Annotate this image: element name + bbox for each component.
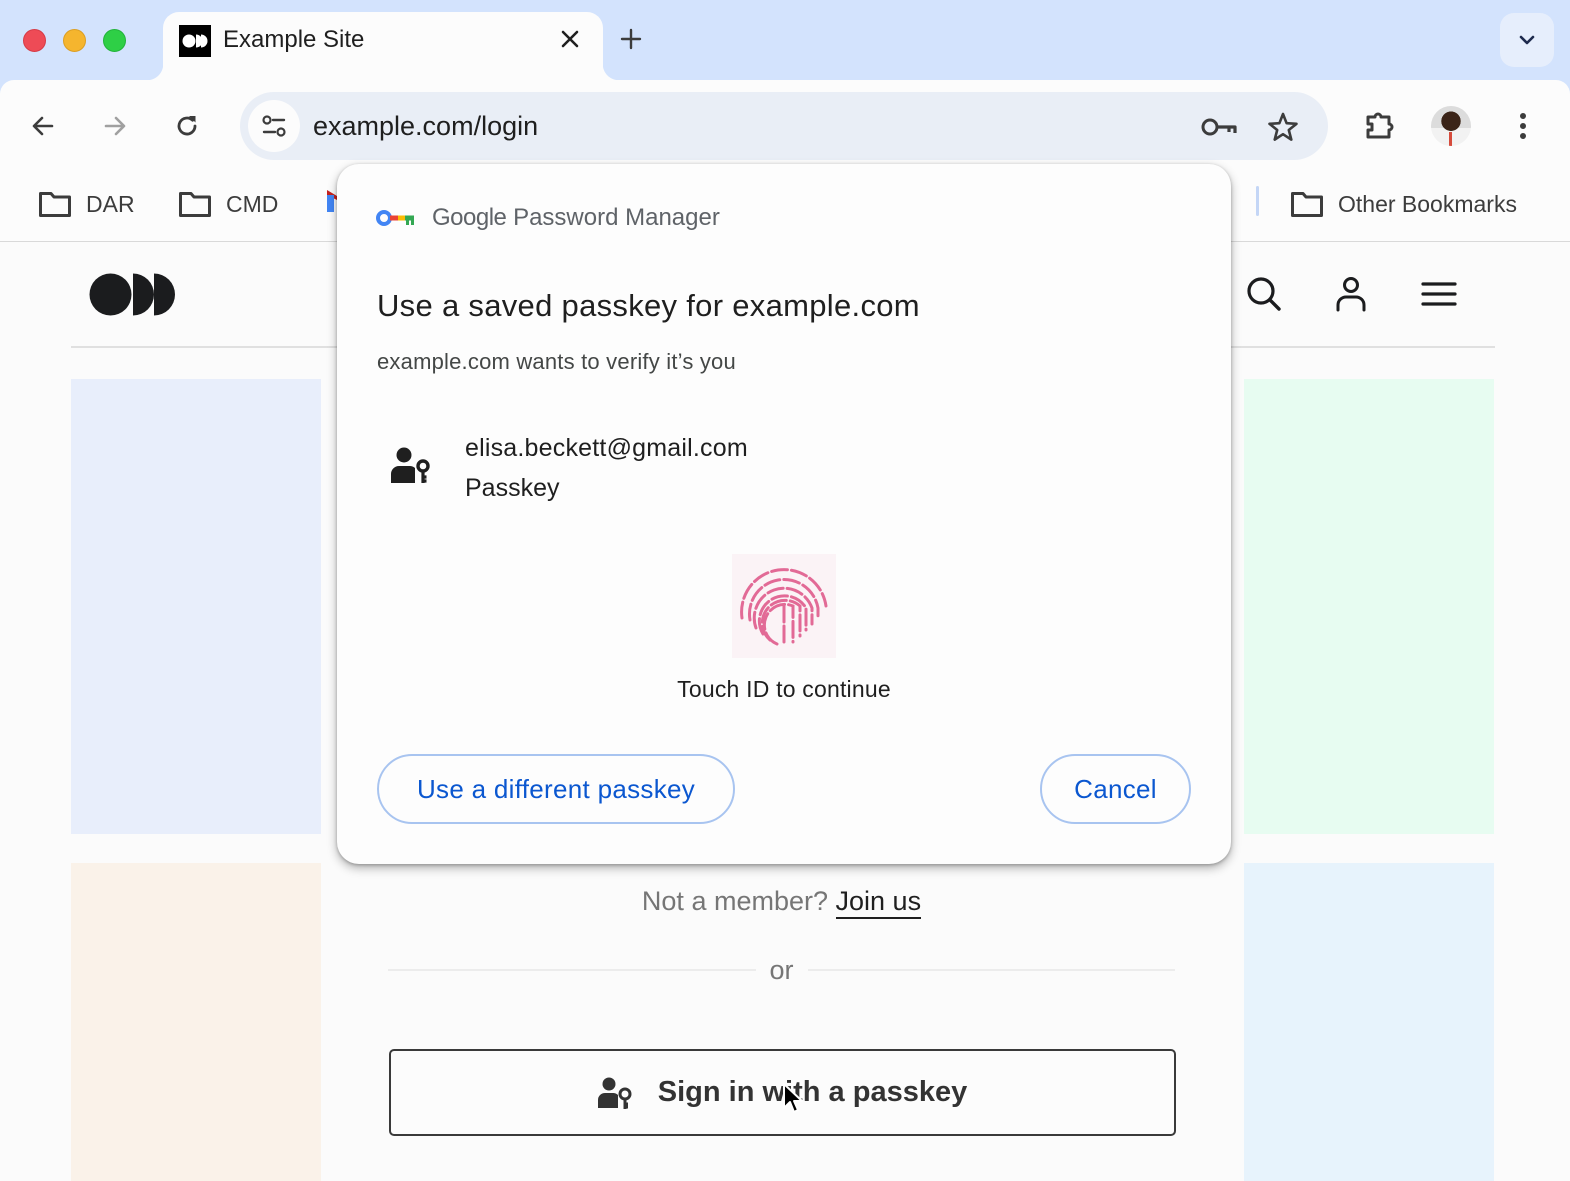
decorative-tile	[71, 863, 321, 1181]
decorative-tile	[1244, 379, 1494, 834]
account-button[interactable]	[1331, 274, 1371, 314]
fingerprint-icon	[740, 568, 828, 648]
bookmark-folder-cmd[interactable]: CMD	[178, 186, 278, 222]
search-icon	[1247, 277, 1281, 311]
maximize-window-button[interactable]	[103, 29, 126, 52]
or-text: or	[769, 954, 794, 985]
chevron-down-icon	[1519, 35, 1535, 45]
account-email: elisa.beckett@gmail.com	[465, 434, 748, 462]
folder-icon	[39, 192, 71, 217]
touch-id-prompt: Touch ID to continue	[677, 676, 891, 702]
touch-id-sensor[interactable]	[732, 554, 836, 658]
star-icon	[1268, 112, 1298, 141]
tab-strip: Example Site	[0, 0, 1570, 80]
gpm-brand: Google Password Manager	[432, 204, 720, 232]
bookmark-star-button[interactable]	[1264, 108, 1302, 146]
site-favicon-icon	[179, 25, 211, 57]
extensions-button[interactable]	[1360, 106, 1400, 146]
decorative-tile	[71, 379, 321, 834]
reload-button[interactable]	[167, 106, 207, 146]
join-us-link[interactable]: Join us	[835, 886, 922, 919]
back-arrow-icon	[32, 116, 54, 136]
divider-line	[388, 969, 756, 971]
member-prompt-text: Not a member?	[641, 886, 828, 916]
forward-button[interactable]	[95, 106, 135, 146]
tab-search-button[interactable]	[1500, 13, 1554, 67]
mouse-cursor-icon	[782, 1082, 806, 1121]
person-icon	[1336, 277, 1366, 312]
more-menu-button[interactable]	[1503, 106, 1543, 146]
gpm-brand-google: Google	[432, 204, 507, 231]
minimize-window-button[interactable]	[63, 29, 86, 52]
tab-title: Example Site	[223, 26, 365, 53]
more-vert-icon	[1520, 113, 1526, 139]
browser-toolbar: example.com/login	[0, 80, 1570, 170]
reload-icon	[177, 116, 197, 136]
account-type: Passkey	[465, 474, 560, 502]
menu-button[interactable]	[1419, 274, 1459, 314]
gpm-header: Google Password Manager	[376, 204, 720, 232]
other-bookmarks-folder[interactable]: Other Bookmarks	[1290, 186, 1517, 222]
decorative-tile	[1244, 863, 1494, 1181]
person-key-icon	[391, 446, 431, 489]
member-prompt: Not a member? Join us	[388, 886, 1175, 919]
dialog-title: Use a saved passkey for example.com	[377, 288, 920, 323]
close-window-button[interactable]	[23, 29, 46, 52]
new-tab-button[interactable]	[614, 22, 648, 56]
google-password-manager-key-icon	[376, 210, 414, 226]
sign-in-with-passkey-label: Sign in with a passkey	[657, 1076, 968, 1108]
close-icon[interactable]	[555, 24, 585, 54]
forward-arrow-icon	[104, 116, 126, 136]
site-logo[interactable]	[89, 273, 176, 321]
folder-icon	[179, 192, 211, 217]
dialog-subtitle: example.com wants to verify it’s you	[377, 349, 736, 374]
avatar[interactable]	[1431, 106, 1471, 146]
person-key-icon	[597, 1077, 632, 1109]
address-bar[interactable]: example.com/login	[240, 92, 1328, 160]
key-icon	[1201, 118, 1237, 136]
gpm-brand-product: Password Manager	[513, 204, 720, 231]
bookmark-folder-dar[interactable]: DAR	[38, 186, 135, 222]
or-divider: or	[388, 952, 1176, 988]
tab-example-site[interactable]: Example Site	[147, 12, 619, 80]
passwords-button[interactable]	[1200, 108, 1238, 146]
folder-icon	[1291, 192, 1323, 217]
bookmarks-separator	[1256, 186, 1259, 216]
site-info-button[interactable]	[248, 100, 300, 152]
search-button[interactable]	[1244, 274, 1284, 314]
divider-line	[807, 969, 1176, 971]
bookmark-label: Other Bookmarks	[1338, 190, 1517, 217]
back-button[interactable]	[23, 106, 63, 146]
extensions-icon	[1366, 112, 1394, 139]
use-different-passkey-button[interactable]: Use a different passkey	[377, 754, 735, 824]
bookmark-label: DAR	[86, 190, 135, 217]
passkey-account-item[interactable]: elisa.beckett@gmail.com Passkey	[377, 426, 1191, 506]
url-text[interactable]: example.com/login	[313, 111, 538, 142]
site-info-icon	[262, 115, 286, 137]
bookmark-label: CMD	[226, 190, 279, 217]
cancel-button[interactable]: Cancel	[1040, 754, 1191, 824]
menu-icon	[1421, 282, 1457, 306]
passkey-dialog: Google Password Manager Use a saved pass…	[337, 164, 1231, 864]
